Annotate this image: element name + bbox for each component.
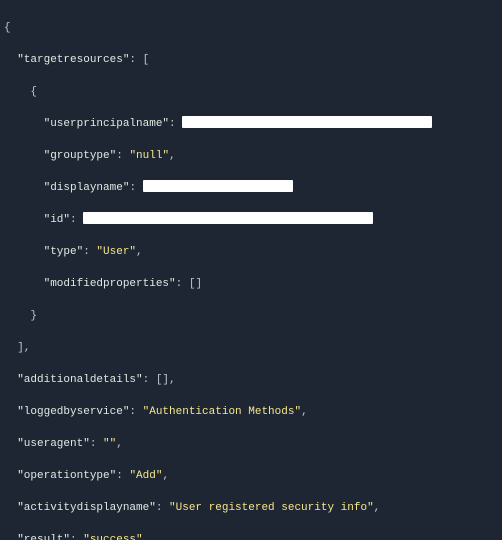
json-line: "operationtype": "Add", bbox=[4, 468, 502, 484]
json-line: "displayname": bbox=[4, 180, 502, 196]
json-line: "loggedbyservice": "Authentication Metho… bbox=[4, 404, 502, 420]
json-line: "grouptype": "null", bbox=[4, 148, 502, 164]
json-line: "userprincipalname": bbox=[4, 116, 502, 132]
json-line: "useragent": "", bbox=[4, 436, 502, 452]
redaction bbox=[83, 212, 373, 224]
json-code-block: { "targetresources": [ { "userprincipaln… bbox=[0, 0, 502, 540]
json-line: "id": bbox=[4, 212, 502, 228]
redaction bbox=[143, 180, 293, 192]
json-line: "targetresources": [ bbox=[4, 52, 502, 68]
json-line: { bbox=[4, 20, 502, 36]
json-line: "additionaldetails": [], bbox=[4, 372, 502, 388]
json-line: "modifiedproperties": [] bbox=[4, 276, 502, 292]
redaction bbox=[182, 116, 432, 128]
json-line: ], bbox=[4, 340, 502, 356]
json-line: "type": "User", bbox=[4, 244, 502, 260]
json-line: "activitydisplayname": "User registered … bbox=[4, 500, 502, 516]
json-line: "result": "success", bbox=[4, 532, 502, 540]
json-line: { bbox=[4, 84, 502, 100]
json-line: } bbox=[4, 308, 502, 324]
